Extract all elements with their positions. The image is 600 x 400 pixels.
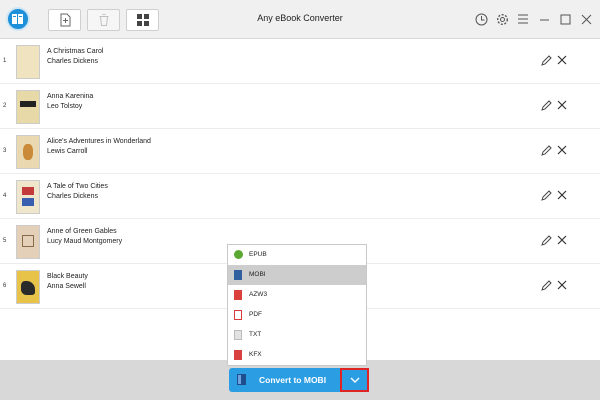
remove-icon[interactable] [556, 279, 568, 291]
txt-icon [234, 330, 242, 340]
format-option-kfx[interactable]: KFX [228, 345, 366, 365]
edit-icon[interactable] [540, 55, 552, 67]
edit-icon[interactable] [540, 100, 552, 112]
convert-button-label: Convert to MOBI [259, 375, 327, 385]
format-option-mobi[interactable]: MOBI [228, 265, 366, 285]
book-title: A Tale of Two Cities [47, 183, 108, 190]
book-cover [16, 180, 40, 214]
book-cover [16, 270, 40, 304]
azw3-icon [234, 290, 242, 300]
edit-icon[interactable] [540, 145, 552, 157]
book-cover [16, 90, 40, 124]
edit-icon[interactable] [540, 235, 552, 247]
grid-view-icon [136, 14, 149, 26]
remove-icon[interactable] [556, 54, 568, 66]
history-icon[interactable] [473, 11, 489, 27]
row-number: 5 [3, 238, 7, 244]
row-number: 2 [3, 103, 7, 109]
format-option-epub[interactable]: EPUB [228, 245, 366, 265]
remove-icon[interactable] [556, 234, 568, 246]
row-number: 6 [3, 283, 7, 289]
remove-icon[interactable] [556, 99, 568, 111]
book-cover [16, 45, 40, 79]
row-number: 1 [3, 58, 7, 64]
book-author: Leo Tolstoy [47, 103, 83, 110]
format-option-pdf[interactable]: PDF [228, 305, 366, 325]
book-row[interactable]: 1 A Christmas Carol Charles Dickens [0, 40, 600, 84]
maximize-icon[interactable] [557, 11, 573, 27]
mobi-format-icon [237, 374, 246, 385]
add-file-icon [60, 13, 70, 27]
row-number: 3 [3, 148, 7, 154]
menu-icon[interactable] [515, 11, 531, 27]
chevron-down-icon [350, 377, 359, 383]
trash-icon [99, 14, 108, 26]
epub-icon [234, 250, 243, 259]
book-author: Lewis Carroll [47, 148, 88, 155]
book-row[interactable]: 3 Alice's Adventures in Wonderland Lewis… [0, 130, 600, 174]
delete-button[interactable] [87, 9, 120, 31]
minimize-icon[interactable] [536, 11, 552, 27]
edit-icon[interactable] [540, 190, 552, 202]
close-icon[interactable] [578, 11, 594, 27]
format-dropdown-button[interactable] [340, 368, 369, 392]
book-title: Alice's Adventures in Wonderland [47, 138, 151, 145]
book-author: Charles Dickens [47, 58, 98, 65]
mobi-icon [234, 270, 242, 280]
kfx-icon [234, 350, 242, 360]
book-cover [16, 135, 40, 169]
book-row[interactable]: 2 Anna Karenina Leo Tolstoy [0, 85, 600, 129]
remove-icon[interactable] [556, 144, 568, 156]
book-title: Anne of Green Gables [47, 228, 117, 235]
format-option-azw3[interactable]: AZW3 [228, 285, 366, 305]
app-title: Any eBook Converter [257, 13, 343, 23]
book-author: Charles Dickens [47, 193, 98, 200]
format-menu: EPUB MOBI AZW3 PDF TXT KFX [227, 244, 367, 366]
book-author: Anna Sewell [47, 283, 86, 290]
remove-icon[interactable] [556, 189, 568, 201]
toolbar: Any eBook Converter [0, 0, 600, 39]
book-author: Lucy Maud Montgomery [47, 238, 123, 245]
book-title: A Christmas Carol [47, 48, 104, 55]
app-logo-icon [6, 7, 30, 31]
gear-icon[interactable] [494, 11, 510, 27]
edit-icon[interactable] [540, 280, 552, 292]
book-title: Anna Karenina [47, 93, 94, 100]
book-title: Black Beauty [47, 273, 88, 280]
book-row[interactable]: 4 A Tale of Two Cities Charles Dickens [0, 175, 600, 219]
grid-view-button[interactable] [126, 9, 159, 31]
row-number: 4 [3, 193, 7, 199]
format-option-txt[interactable]: TXT [228, 325, 366, 345]
pdf-icon [234, 310, 242, 320]
add-book-button[interactable] [48, 9, 81, 31]
book-cover [16, 225, 40, 259]
